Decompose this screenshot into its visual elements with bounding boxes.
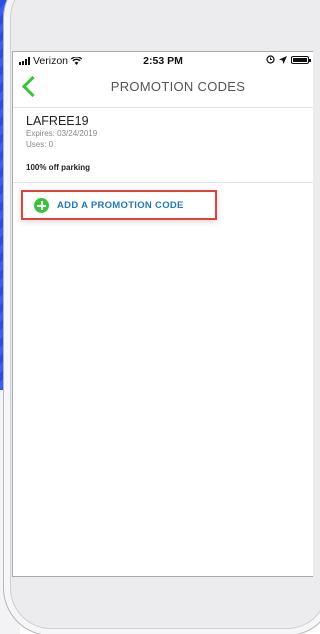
add-promotion-code-label: ADD A PROMOTION CODE bbox=[57, 200, 184, 211]
phone-screen: Verizon 2:53 PM PROMOTION CODES LAFREE19… bbox=[12, 51, 313, 577]
nav-bar: PROMOTION CODES bbox=[13, 69, 313, 108]
page-title: PROMOTION CODES bbox=[110, 79, 246, 94]
location-arrow-icon bbox=[279, 55, 287, 64]
chevron-left-icon[interactable] bbox=[21, 75, 44, 98]
status-right bbox=[266, 55, 311, 64]
add-promotion-code-button[interactable]: ADD A PROMOTION CODE bbox=[21, 190, 217, 220]
alarm-icon bbox=[266, 55, 275, 64]
promo-code-item[interactable]: LAFREE19 Expires: 03/24/2019 Uses: 0 100… bbox=[13, 108, 313, 183]
battery-icon bbox=[291, 55, 311, 64]
promo-expiry: Expires: 03/24/2019 bbox=[26, 129, 98, 138]
status-bar: Verizon 2:53 PM bbox=[13, 52, 313, 69]
promo-uses: Uses: 0 bbox=[26, 140, 54, 149]
promo-code-name: LAFREE19 bbox=[26, 114, 89, 128]
promo-description: 100% off parking bbox=[26, 163, 91, 172]
phone-bottom-bezel bbox=[3, 576, 320, 634]
plus-circle-icon bbox=[34, 198, 49, 213]
